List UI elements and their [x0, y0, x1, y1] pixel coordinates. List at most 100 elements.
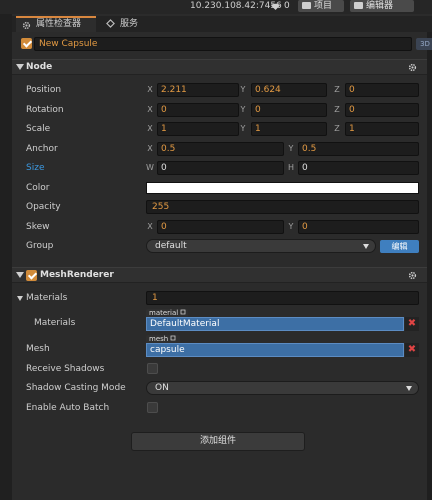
server-address: 10.230.108.42:7456	[190, 1, 282, 11]
material-asset-field[interactable]: DefaultMaterial	[146, 317, 404, 331]
rotation-row: Rotation X 0 Y 0 Z 0	[12, 100, 427, 120]
material-item-row: Materials material DefaultMaterial ✖	[12, 308, 427, 334]
folder-icon	[354, 2, 363, 9]
shadow-casting-label: Shadow Casting Mode	[26, 383, 126, 393]
scrollbar-track[interactable]	[427, 32, 432, 500]
gear-icon	[22, 21, 31, 30]
axis-y-label: Y	[240, 124, 246, 133]
position-x-input[interactable]: 2.211	[157, 83, 239, 97]
axis-z-label: Z	[334, 105, 340, 114]
position-row: Position X 2.211 Y 0.624 Z 0	[12, 80, 427, 100]
group-select-value: default	[155, 241, 187, 251]
tab-services-label: 服务	[120, 19, 139, 29]
left-dock-edge	[0, 14, 12, 500]
remove-material-button[interactable]: ✖	[405, 317, 419, 331]
group-select[interactable]: default	[146, 239, 376, 253]
shadow-casting-select[interactable]: ON	[146, 381, 419, 395]
project-button[interactable]: 项目	[298, 0, 344, 12]
materials-label: Materials	[26, 293, 68, 303]
group-row: Group default 编辑	[12, 236, 427, 256]
mesh-label: Mesh	[26, 344, 50, 354]
mesh-asset-field[interactable]: capsule	[146, 343, 404, 357]
edit-group-button[interactable]: 编辑	[380, 240, 419, 253]
external-link-icon[interactable]	[170, 335, 176, 341]
settings-gear-icon[interactable]	[408, 63, 417, 72]
tab-services[interactable]: 服务	[100, 16, 150, 32]
color-picker[interactable]	[146, 182, 419, 194]
position-y-input[interactable]: 0.624	[251, 83, 327, 97]
3d-badge: 3D	[416, 38, 432, 50]
position-z-input[interactable]: 0	[345, 83, 419, 97]
external-link-icon[interactable]	[180, 309, 186, 315]
color-label: Color	[26, 183, 50, 193]
material-item-label: Materials	[34, 318, 76, 328]
mesh-type-tag: mesh	[146, 335, 180, 343]
scale-label: Scale	[26, 124, 51, 134]
size-label[interactable]: Size	[26, 158, 44, 178]
axis-y-label: Y	[288, 144, 294, 153]
size-height-input[interactable]: 0	[298, 161, 419, 175]
chevron-down-icon	[363, 244, 369, 249]
axis-x-label: X	[147, 85, 153, 94]
anchor-row: Anchor X 0.5 Y 0.5	[12, 139, 427, 159]
folder-icon	[302, 2, 311, 9]
auto-batch-checkbox[interactable]	[147, 402, 158, 413]
opacity-input[interactable]: 255	[146, 200, 419, 214]
auto-batch-row: Enable Auto Batch	[12, 398, 427, 418]
axis-y-label: Y	[240, 105, 246, 114]
size-row: Size W 0 H 0	[12, 158, 427, 178]
settings-gear-icon[interactable]	[408, 271, 417, 280]
collapse-arrow-icon	[16, 272, 24, 278]
rotation-x-input[interactable]: 0	[157, 103, 239, 117]
axis-z-label: Z	[334, 85, 340, 94]
axis-x-label: X	[147, 222, 153, 231]
receive-shadows-checkbox[interactable]	[147, 363, 158, 374]
anchor-x-input[interactable]: 0.5	[157, 142, 284, 156]
mesh-tag-label: mesh	[149, 335, 169, 343]
material-type-tag: material	[146, 309, 188, 317]
scale-row: Scale X 1 Y 1 Z 1	[12, 119, 427, 139]
scale-z-input[interactable]: 1	[345, 122, 419, 136]
add-component-button[interactable]: 添加组件	[131, 432, 305, 451]
anchor-label: Anchor	[26, 144, 58, 154]
auto-batch-label: Enable Auto Batch	[26, 403, 110, 413]
top-bar: 10.230.108.42:7456 0 项目 编辑器	[0, 0, 432, 14]
anchor-y-input[interactable]: 0.5	[298, 142, 419, 156]
panel-tabs: 属性检查器 服务	[12, 16, 432, 32]
collapse-arrow-icon	[16, 64, 24, 70]
node-name-input[interactable]: New Capsule	[34, 37, 412, 51]
opacity-label: Opacity	[26, 202, 61, 212]
connection-count: 0	[284, 1, 290, 11]
node-active-checkbox[interactable]	[21, 38, 32, 49]
node-header: New Capsule 3D	[14, 34, 432, 54]
section-title: MeshRenderer	[40, 270, 114, 280]
remove-mesh-button[interactable]: ✖	[405, 343, 419, 357]
material-tag-label: material	[149, 309, 179, 317]
node-section-header[interactable]: Node	[12, 59, 427, 75]
mesh-row: Mesh mesh capsule ✖	[12, 334, 427, 360]
size-width-input[interactable]: 0	[157, 161, 284, 175]
expand-arrow-icon[interactable]	[17, 296, 23, 301]
materials-count-input[interactable]: 1	[146, 291, 419, 305]
wifi-icon	[271, 3, 280, 10]
meshrenderer-section-header[interactable]: MeshRenderer	[12, 267, 427, 283]
skew-row: Skew X 0 Y 0	[12, 217, 427, 237]
service-icon	[106, 19, 115, 28]
tab-inspector[interactable]: 属性检查器	[16, 16, 96, 32]
opacity-row: Opacity 255	[12, 197, 427, 217]
project-button-label: 项目	[314, 1, 333, 11]
materials-row: Materials 1	[12, 288, 427, 308]
meshrenderer-enabled-checkbox[interactable]	[26, 270, 37, 281]
scale-y-input[interactable]: 1	[251, 122, 327, 136]
axis-y-label: Y	[240, 85, 246, 94]
scale-x-input[interactable]: 1	[157, 122, 239, 136]
receive-shadows-row: Receive Shadows	[12, 359, 427, 379]
shadow-casting-value: ON	[155, 383, 169, 393]
skew-x-input[interactable]: 0	[157, 220, 284, 234]
axis-x-label: X	[147, 124, 153, 133]
rotation-z-input[interactable]: 0	[345, 103, 419, 117]
group-label: Group	[26, 241, 54, 251]
rotation-y-input[interactable]: 0	[251, 103, 327, 117]
skew-y-input[interactable]: 0	[298, 220, 419, 234]
editor-button[interactable]: 编辑器	[350, 0, 414, 12]
